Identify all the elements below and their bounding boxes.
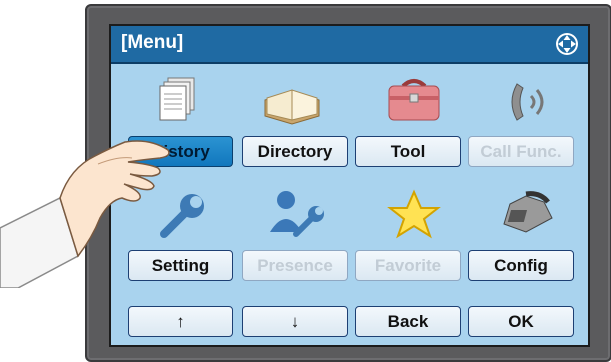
- tool-label: Tool: [390, 141, 426, 161]
- directory-book-icon[interactable]: [261, 74, 323, 130]
- presence-icon[interactable]: [266, 186, 328, 242]
- phone-screen: [Menu] History Directory Tool Call Func.: [109, 24, 590, 347]
- softkey-back-button[interactable]: Back: [355, 306, 461, 337]
- favorite-button[interactable]: Favorite: [355, 250, 461, 281]
- title-bar: [Menu]: [111, 26, 588, 64]
- softkey-ok-button[interactable]: OK: [468, 306, 574, 337]
- favorite-label: Favorite: [374, 255, 442, 275]
- toolbox-icon[interactable]: [383, 72, 445, 128]
- star-icon[interactable]: [383, 188, 445, 244]
- ok-label: OK: [508, 311, 534, 331]
- directory-button[interactable]: Directory: [242, 136, 348, 167]
- call-func-label: Call Func.: [480, 141, 562, 161]
- phone-icon[interactable]: [496, 184, 558, 240]
- down-arrow-icon: ↓: [290, 311, 300, 331]
- pointing-hand-illustration: [0, 140, 170, 288]
- presence-button[interactable]: Presence: [242, 250, 348, 281]
- call-func-button[interactable]: Call Func.: [468, 136, 574, 167]
- tool-button[interactable]: Tool: [355, 136, 461, 167]
- config-label: Config: [494, 255, 548, 275]
- back-label: Back: [387, 311, 429, 331]
- up-arrow-icon: ↑: [176, 311, 185, 331]
- config-button[interactable]: Config: [468, 250, 574, 281]
- presence-label: Presence: [257, 255, 333, 275]
- directory-label: Directory: [257, 141, 333, 161]
- history-icon[interactable]: [150, 72, 212, 128]
- softkey-down-button[interactable]: ↓: [242, 306, 348, 337]
- screen-title: [Menu]: [121, 32, 184, 53]
- navigation-cursor-icon: [556, 33, 578, 55]
- call-function-icon[interactable]: [499, 74, 561, 130]
- softkey-up-button[interactable]: ↑: [128, 306, 233, 337]
